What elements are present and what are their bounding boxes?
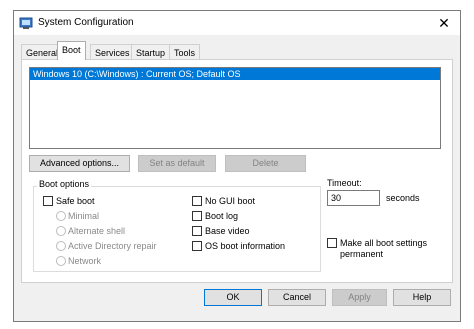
- set-as-default-button[interactable]: Set as default: [138, 155, 216, 172]
- tab-boot[interactable]: Boot: [57, 41, 86, 60]
- no-gui-boot-checkbox[interactable]: [192, 196, 202, 206]
- make-permanent-label-line1: Make all boot settings: [340, 238, 428, 248]
- cancel-button[interactable]: Cancel: [268, 289, 326, 306]
- tab-services[interactable]: Services: [90, 44, 135, 59]
- boot-log-label: Boot log: [205, 211, 239, 221]
- timeout-unit-label: seconds: [386, 193, 420, 203]
- os-boot-information-label: OS boot information: [205, 241, 286, 251]
- boot-log-checkbox[interactable]: [192, 211, 202, 221]
- os-list-item[interactable]: Windows 10 (C:\Windows) : Current OS; De…: [30, 68, 440, 80]
- close-icon[interactable]: ✕: [433, 13, 455, 33]
- active-directory-repair-radio[interactable]: [56, 241, 66, 251]
- timeout-label: Timeout:: [327, 178, 362, 188]
- no-gui-boot-label: No GUI boot: [205, 196, 256, 206]
- alternate-shell-radio[interactable]: [56, 226, 66, 236]
- delete-button[interactable]: Delete: [225, 155, 306, 172]
- tab-startup[interactable]: Startup: [131, 44, 171, 59]
- minimal-radio[interactable]: [56, 211, 66, 221]
- ok-button[interactable]: OK: [204, 289, 262, 306]
- minimal-label: Minimal: [68, 211, 100, 221]
- network-radio[interactable]: [56, 256, 66, 266]
- base-video-checkbox[interactable]: [192, 226, 202, 236]
- window-title: System Configuration: [38, 17, 134, 28]
- alternate-shell-label: Alternate shell: [68, 226, 126, 236]
- tab-tools[interactable]: Tools: [169, 44, 201, 59]
- make-permanent-checkbox[interactable]: [327, 238, 337, 248]
- apply-button[interactable]: Apply: [332, 289, 387, 306]
- active-directory-repair-label: Active Directory repair: [68, 241, 157, 251]
- advanced-options-button[interactable]: Advanced options...: [29, 155, 130, 172]
- boot-options-label: Boot options: [37, 179, 92, 189]
- timeout-input[interactable]: 30: [327, 190, 380, 206]
- make-permanent-label-line2: permanent: [340, 249, 384, 259]
- msconfig-app-icon: [19, 16, 33, 30]
- help-button[interactable]: Help: [393, 289, 451, 306]
- base-video-label: Base video: [205, 226, 250, 236]
- network-label: Network: [68, 256, 102, 266]
- os-boot-information-checkbox[interactable]: [192, 241, 202, 251]
- safe-boot-label: Safe boot: [56, 196, 95, 206]
- safe-boot-checkbox[interactable]: [43, 196, 53, 206]
